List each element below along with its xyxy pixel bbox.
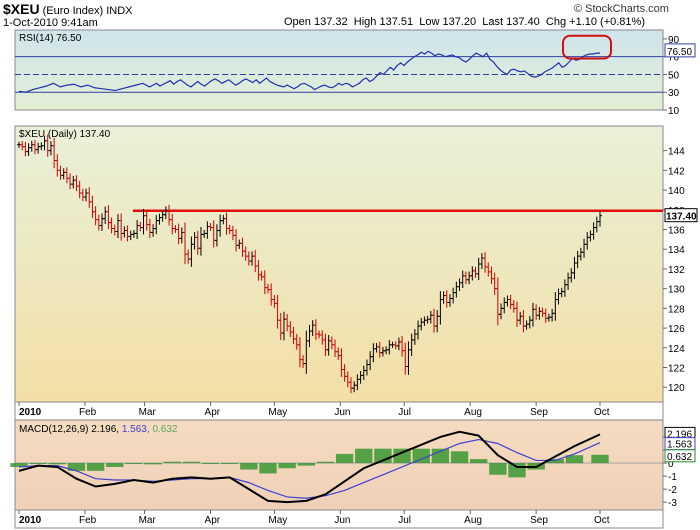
macd-histogram-bar — [508, 463, 526, 478]
macd-histogram-bar — [297, 463, 315, 466]
macd-histogram-bar — [163, 461, 181, 464]
price-tick-label: 132 — [668, 265, 685, 276]
macd-signal-label: 1.563 — [667, 440, 692, 451]
rsi-tick-label: 50 — [668, 70, 680, 81]
price-tick-label: 144 — [668, 147, 685, 158]
macd-histogram-bar — [106, 463, 124, 467]
price-tick-label: 128 — [668, 304, 685, 315]
macd-histogram-bar — [144, 463, 162, 465]
rsi-value-label: 76.50 — [667, 47, 692, 58]
macd-month-label: 2010 — [19, 515, 42, 526]
rsi-panel — [14, 29, 664, 111]
price-month-label: Feb — [79, 407, 97, 418]
macd-month-label: Jun — [334, 515, 350, 526]
macd-month-label: Jul — [398, 515, 411, 526]
macd-histogram-bar — [470, 459, 488, 464]
macd-histogram-bar — [450, 451, 469, 464]
price-tick-label: 136 — [668, 226, 685, 237]
macd-title-name: MACD(12,26,9) — [19, 424, 91, 435]
price-month-label: May — [268, 407, 287, 418]
macd-histogram-bar — [278, 463, 296, 469]
macd-histogram-bar — [240, 463, 258, 470]
price-tick-label: 140 — [668, 186, 685, 197]
macd-histogram-bar — [48, 463, 66, 465]
price-month-label: Mar — [139, 407, 157, 418]
macd-histogram-bar — [221, 463, 239, 465]
macd-histogram-bar — [29, 463, 47, 465]
macd-month-label: Sep — [530, 515, 548, 526]
macd-month-label: Apr — [205, 515, 221, 526]
price-tick-label: 130 — [668, 285, 685, 296]
price-tick-label: 124 — [668, 344, 685, 355]
macd-month-label: May — [268, 515, 287, 526]
macd-histogram-bar — [316, 461, 335, 464]
macd-histogram-bar — [335, 453, 354, 464]
macd-histogram-bar — [412, 448, 430, 464]
macd-title-value: 2.196, — [91, 424, 122, 435]
price-tick-label: 122 — [668, 364, 685, 375]
price-tick-label: 134 — [668, 245, 685, 256]
macd-tick-label: -1 — [668, 472, 677, 483]
stock-chart: 1030507090RSI(14) 76.5076.50120122124126… — [10, 29, 698, 529]
macd-month-label: Aug — [464, 515, 482, 526]
price-month-label: Oct — [594, 407, 610, 418]
price-value-label: 137.40 — [666, 212, 697, 223]
macd-month-label: Feb — [79, 515, 97, 526]
macd-histogram-bar — [591, 454, 609, 464]
rsi-tick-label: 10 — [668, 106, 680, 117]
macd-histogram-bar — [86, 463, 105, 471]
price-month-label: Sep — [530, 407, 548, 418]
price-tick-label: 126 — [668, 324, 685, 335]
price-month-label: Jul — [398, 407, 411, 418]
macd-hist-label: 0.632 — [667, 452, 692, 463]
macd-histogram-bar — [201, 463, 220, 465]
macd-title-hist: 0.632 — [152, 424, 177, 435]
price-month-label: Aug — [464, 407, 482, 418]
macd-histogram-bar — [259, 463, 277, 474]
macd-tick-label: -3 — [668, 498, 677, 509]
price-tick-label: 142 — [668, 166, 685, 177]
price-month-label: Apr — [205, 407, 221, 418]
macd-histogram-bar — [125, 463, 143, 465]
price-panel — [14, 125, 664, 403]
price-tick-label: 120 — [668, 383, 685, 394]
rsi-tick-label: 30 — [668, 88, 680, 99]
macd-histogram-bar — [182, 461, 201, 464]
rsi-title: RSI(14) 76.50 — [19, 33, 82, 44]
macd-title-signal: 1.563, — [122, 424, 153, 435]
macd-histogram-bar — [355, 448, 373, 464]
macd-month-label: Oct — [594, 515, 610, 526]
macd-month-label: Mar — [139, 515, 157, 526]
price-month-label: 2010 — [19, 407, 42, 418]
macd-histogram-bar — [489, 463, 507, 475]
macd-tick-label: -2 — [668, 485, 677, 496]
price-month-label: Jun — [334, 407, 350, 418]
price-title: $XEU (Daily) 137.40 — [19, 129, 111, 140]
macd-title: MACD(12,26,9) 2.196, 1.563, 0.632 — [19, 424, 178, 435]
